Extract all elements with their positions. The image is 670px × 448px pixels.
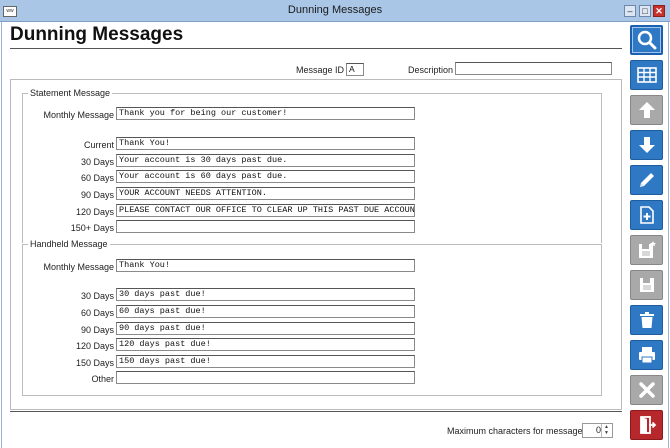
max-chars-label: Maximum characters for message bbox=[447, 426, 583, 436]
statement-row-label: 150+ Days bbox=[70, 223, 114, 233]
statement-30-days-field[interactable]: Your account is 30 days past due. bbox=[116, 154, 415, 167]
save-button[interactable] bbox=[630, 270, 663, 300]
edit-button[interactable] bbox=[630, 165, 663, 195]
print-button[interactable] bbox=[630, 340, 663, 370]
grid-view-button[interactable] bbox=[630, 60, 663, 90]
previous-record-button[interactable] bbox=[630, 95, 663, 125]
minimize-button[interactable]: – bbox=[624, 5, 636, 17]
handheld-other-field[interactable] bbox=[116, 371, 415, 384]
statement-row-label: 90 Days bbox=[80, 190, 114, 200]
handheld-row-label: 90 Days bbox=[80, 325, 114, 335]
maximize-button[interactable]: □ bbox=[639, 5, 651, 17]
trash-icon bbox=[639, 312, 654, 328]
statement-row-label: 30 Days bbox=[80, 157, 114, 167]
statement-row-label: Current bbox=[83, 140, 114, 150]
message-id-field[interactable]: A bbox=[346, 63, 364, 76]
statement-group-title: Statement Message bbox=[28, 88, 113, 98]
description-label: Description bbox=[408, 65, 454, 75]
stepper-down-icon[interactable]: ▼ bbox=[602, 430, 611, 436]
delete-button[interactable] bbox=[630, 305, 663, 335]
next-record-button[interactable] bbox=[630, 130, 663, 160]
handheld-150-days-field[interactable]: 150 days past due! bbox=[116, 355, 415, 368]
search-icon bbox=[637, 30, 656, 50]
footer-divider bbox=[10, 411, 622, 412]
statement-90-days-field[interactable]: YOUR ACCOUNT NEEDS ATTENTION. bbox=[116, 187, 415, 200]
header-divider bbox=[10, 48, 622, 49]
close-window-button[interactable]: ✕ bbox=[653, 5, 665, 17]
handheld-60-days-field[interactable]: 60 days past due! bbox=[116, 305, 415, 318]
stepper-arrows: ▲ ▼ bbox=[601, 424, 612, 437]
handheld-row-label: Other bbox=[91, 374, 114, 384]
statement-row-label: 60 Days bbox=[80, 173, 114, 183]
handheld-90-days-field[interactable]: 90 days past due! bbox=[116, 322, 415, 335]
page-title: Dunning Messages bbox=[10, 24, 184, 45]
copy-save-icon bbox=[638, 241, 656, 258]
arrow-down-icon bbox=[638, 137, 655, 153]
statement-current-field[interactable]: Thank You! bbox=[116, 137, 415, 150]
statement-row-label: 120 Days bbox=[75, 207, 114, 217]
statement-monthly-label: Monthly Message bbox=[43, 110, 114, 120]
handheld-row-label: 150 Days bbox=[75, 358, 114, 368]
window-title: Dunning Messages bbox=[287, 4, 383, 16]
message-id-label: Message ID bbox=[296, 65, 345, 75]
pencil-icon bbox=[639, 173, 654, 187]
statement-120-days-field[interactable]: PLEASE CONTACT OUR OFFICE TO CLEAR UP TH… bbox=[116, 204, 415, 217]
save-as-button[interactable] bbox=[630, 235, 663, 265]
handheld-120-days-field[interactable]: 120 days past due! bbox=[116, 338, 415, 351]
search-button[interactable] bbox=[630, 25, 663, 55]
action-toolbar bbox=[630, 25, 664, 445]
handheld-group-title: Handheld Message bbox=[28, 239, 110, 249]
statement-150-plus-days-field[interactable] bbox=[116, 220, 415, 233]
handheld-monthly-label: Monthly Message bbox=[43, 262, 114, 272]
arrow-up-icon bbox=[638, 102, 655, 118]
cancel-button[interactable] bbox=[630, 375, 663, 405]
handheld-row-label: 60 Days bbox=[80, 308, 114, 318]
handheld-row-label: 120 Days bbox=[75, 341, 114, 351]
statement-60-days-field[interactable]: Your account is 60 days past due. bbox=[116, 170, 415, 183]
print-icon bbox=[638, 347, 655, 364]
grid-icon bbox=[636, 67, 657, 83]
handheld-30-days-field[interactable]: 30 days past due! bbox=[116, 288, 415, 301]
handheld-monthly-field[interactable]: Thank You! bbox=[116, 259, 415, 272]
max-chars-value: 0 bbox=[595, 425, 601, 435]
description-field[interactable] bbox=[455, 62, 612, 75]
exit-button[interactable] bbox=[630, 410, 663, 440]
max-chars-stepper[interactable]: 0 ▲ ▼ bbox=[582, 423, 613, 438]
new-button[interactable] bbox=[630, 200, 663, 230]
handheld-row-label: 30 Days bbox=[80, 291, 114, 301]
new-document-icon bbox=[639, 206, 654, 224]
save-icon bbox=[639, 278, 654, 292]
title-bar: ww Dunning Messages – □ ✕ bbox=[0, 0, 670, 22]
cancel-icon bbox=[638, 382, 655, 398]
statement-monthly-field[interactable]: Thank you for being our customer! bbox=[116, 107, 415, 120]
exit-door-icon bbox=[639, 416, 656, 434]
